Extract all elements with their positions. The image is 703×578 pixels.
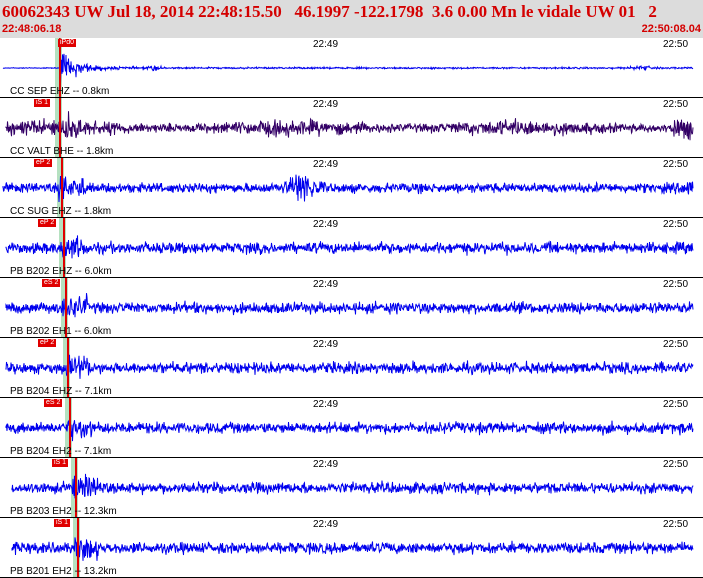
station-label: CC VALT BHE -- 1.8km	[10, 146, 114, 157]
time-tick-label: 22:50	[663, 279, 689, 290]
phase-pick-label[interactable]: eS 2	[42, 279, 61, 287]
time-tick-label: 22:49	[313, 159, 339, 170]
trace-line	[5, 235, 694, 259]
phase-pick-label[interactable]: iPd0	[58, 39, 77, 47]
trace-panel[interactable]: eP 2 22:49 22:50 PB B204 EHZ -- 7.1km	[0, 338, 703, 398]
time-tick-label: 22:50	[663, 399, 689, 410]
trace-panel[interactable]: iS 1 22:49 22:50 CC VALT BHE -- 1.8km	[0, 98, 703, 158]
phase-pick-label[interactable]: iS 1	[34, 99, 51, 107]
trace-panels: iPd0 22:49 22:50 CC SEP EHZ -- 0.8km iS 1 22:…	[0, 38, 703, 578]
time-tick-label: 22:49	[313, 399, 339, 410]
time-tick-label: 22:50	[663, 99, 689, 110]
phase-pick-label[interactable]: eP 2	[34, 159, 53, 167]
time-tick-label: 22:50	[663, 459, 689, 470]
station-label: PB B204 EHZ -- 7.1km	[10, 386, 112, 397]
time-tick-label: 22:49	[313, 39, 339, 50]
phase-pick-label[interactable]: eS 2	[44, 399, 63, 407]
trace-panel[interactable]: iS 1 22:49 22:50 PB B203 EH2 -- 12.3km	[0, 458, 703, 518]
trace-line	[11, 537, 694, 561]
trace-panel[interactable]: iS 1 22:49 22:50 PB B201 EH2 -- 13.2km	[0, 518, 703, 578]
time-tick-label: 22:49	[313, 339, 339, 350]
trace-panel[interactable]: eS 2 22:49 22:50 PB B202 EH1 -- 6.0km	[0, 278, 703, 338]
time-tick-label: 22:49	[313, 459, 339, 470]
seismogram-header: 60062343 UW Jul 18, 2014 22:48:15.50 46.…	[0, 0, 703, 38]
trace-line	[2, 174, 694, 203]
station-label: PB B202 EH1 -- 6.0km	[10, 326, 112, 337]
time-tick-label: 22:49	[313, 519, 339, 530]
phase-pick-label[interactable]: iS 1	[54, 519, 71, 527]
trace-panel[interactable]: iPd0 22:49 22:50 CC SEP EHZ -- 0.8km	[0, 38, 703, 98]
time-tick-label: 22:49	[313, 219, 339, 230]
event-title: 60062343 UW Jul 18, 2014 22:48:15.50 46.…	[2, 2, 657, 21]
time-tick-label: 22:50	[663, 219, 689, 230]
phase-pick-label[interactable]: eP 2	[38, 339, 57, 347]
station-label: CC SEP EHZ -- 0.8km	[10, 86, 110, 97]
time-tick-label: 22:50	[663, 39, 689, 50]
trace-line	[5, 419, 694, 442]
trace-panel[interactable]: eP 2 22:49 22:50 CC SUG EHZ -- 1.8km	[0, 158, 703, 218]
station-label: PB B204 EH2 -- 7.1km	[10, 446, 112, 457]
trace-panel[interactable]: eS 2 22:49 22:50 PB B204 EH2 -- 7.1km	[0, 398, 703, 458]
station-label: PB B202 EHZ -- 6.0km	[10, 266, 112, 277]
trace-line	[2, 53, 694, 84]
station-label: PB B201 EH2 -- 13.2km	[10, 566, 117, 577]
trace-line	[5, 354, 694, 379]
trace-line	[11, 473, 694, 499]
phase-pick-label[interactable]: iS 1	[52, 459, 69, 467]
start-time: 22:48:06.18	[2, 23, 62, 35]
time-tick-label: 22:50	[663, 339, 689, 350]
trace-line	[5, 293, 694, 318]
time-tick-label: 22:50	[663, 519, 689, 530]
time-tick-label: 22:49	[313, 279, 339, 290]
station-label: PB B203 EH2 -- 12.3km	[10, 506, 117, 517]
trace-panel[interactable]: eP 2 22:49 22:50 PB B202 EHZ -- 6.0km	[0, 218, 703, 278]
station-label: CC SUG EHZ -- 1.8km	[10, 206, 112, 217]
phase-pick-label[interactable]: eP 2	[38, 219, 57, 227]
time-tick-label: 22:49	[313, 99, 339, 110]
trace-line	[5, 111, 694, 141]
end-time: 22:50:08.04	[641, 23, 701, 35]
time-tick-label: 22:50	[663, 159, 689, 170]
